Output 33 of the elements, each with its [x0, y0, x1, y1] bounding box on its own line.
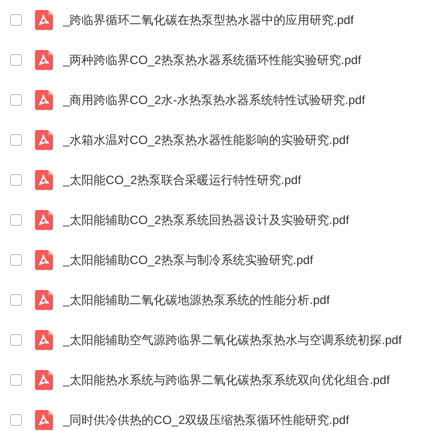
pdf-file-icon — [35, 370, 53, 390]
checkbox[interactable] — [10, 134, 22, 146]
checkbox[interactable] — [10, 414, 22, 426]
pdf-file-icon — [35, 250, 53, 270]
checkbox[interactable] — [10, 294, 22, 306]
pdf-file-icon — [35, 50, 53, 70]
pdf-file-icon — [35, 170, 53, 190]
file-name[interactable]: _商用跨临界CO_2水-水热泵热水器系统特性试验研究.pdf — [63, 92, 366, 108]
checkbox[interactable] — [10, 334, 22, 346]
checkbox[interactable] — [10, 174, 22, 186]
pdf-file-icon — [35, 410, 53, 430]
file-name[interactable]: _太阳能辅助二氧化碳地源热泵系统的性能分析.pdf — [63, 292, 330, 308]
file-name[interactable]: _太阳能热水系统与跨临界二氧化碳热泵系统双向优化组合.pdf — [63, 372, 390, 388]
checkbox[interactable] — [10, 254, 22, 266]
file-name[interactable]: _太阳能辅助CO_2热泵系统回热器设计及实验研究.pdf — [63, 212, 350, 228]
checkbox[interactable] — [10, 14, 22, 26]
pdf-file-icon — [35, 210, 53, 230]
pdf-file-icon — [35, 10, 53, 30]
pdf-file-icon — [35, 330, 53, 350]
file-name[interactable]: _两种跨临界CO_2热泵热水器系统循环性能实验研究.pdf — [63, 52, 362, 68]
file-name[interactable]: _同时供冷供热的CO_2双级压缩热泵循环性能研究.pdf — [63, 412, 350, 428]
pdf-file-icon — [35, 290, 53, 310]
checkbox[interactable] — [10, 214, 22, 226]
file-name[interactable]: _跨临界循环二氧化碳在热泵型热水器中的应用研究.pdf — [63, 12, 354, 28]
file-name[interactable]: _水箱水温对CO_2热泵热水器性能影响的实验研究.pdf — [63, 132, 350, 148]
checkbox[interactable] — [10, 54, 22, 66]
pdf-file-icon — [35, 130, 53, 150]
file-name[interactable]: _太阳能辅助CO_2热泵与制冷系统实验研究.pdf — [63, 252, 314, 268]
file-name[interactable]: _太阳能辅助空气源跨临界二氧化碳热泵热水与空调系统初探.pdf — [63, 332, 402, 348]
pdf-file-icon — [35, 90, 53, 110]
checkbox[interactable] — [10, 94, 22, 106]
file-name[interactable]: _太阳能CO_2热泵联合采暖运行特性研究.pdf — [63, 172, 302, 188]
checkbox[interactable] — [10, 374, 22, 386]
